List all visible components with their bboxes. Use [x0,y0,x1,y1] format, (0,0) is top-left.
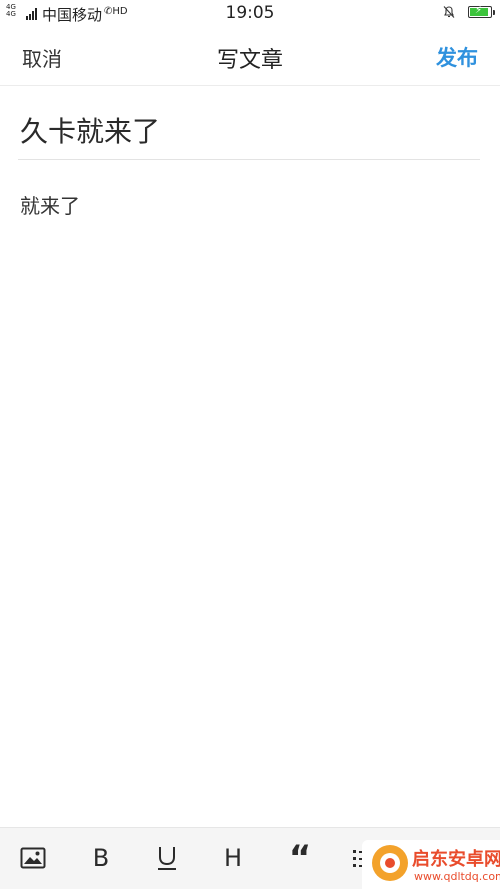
insert-image-button[interactable] [18,842,48,874]
bell-off-icon [443,6,455,18]
watermark-url: www.qdltdq.com [414,870,500,883]
heading-icon: H [223,844,243,872]
watermark-badge: 启东安卓网 www.qdltdq.com [362,840,500,889]
status-left: 4G 4G 中国移动 ✆HD [6,3,128,25]
network-type-label: 4G 4G [6,3,16,18]
heading-button[interactable]: H [218,842,248,874]
status-bar: 4G 4G 中国移动 ✆HD 19:05 ⚡ [0,0,500,28]
battery-icon: ⚡ [468,5,495,18]
status-right: ⚡ [442,5,495,19]
bold-button[interactable]: B [86,842,116,874]
signal-icon [26,8,38,20]
page-title: 写文章 [216,48,283,73]
underline-button[interactable] [152,842,182,874]
hd-label: HD [112,5,128,17]
editor-header: 取消 写文章 发布 [0,28,500,86]
charging-bolt-icon: ⚡ [475,5,483,16]
hd-call-icon: ✆HD [104,5,128,17]
bold-icon: B [92,844,110,872]
watermark-logo-icon [372,845,408,881]
watermark-name: 启东安卓网 [412,849,500,870]
article-body-input[interactable]: 就来了 [20,190,480,810]
carrier-name: 中国移动 [42,5,103,24]
quote-icon: “ [288,838,312,878]
publish-button[interactable]: 发布 [436,42,478,72]
image-icon [20,847,46,869]
cancel-button[interactable]: 取消 [22,43,62,72]
article-title-input[interactable] [18,100,480,160]
underline-icon [158,847,176,870]
quote-button[interactable]: “ [285,838,315,878]
